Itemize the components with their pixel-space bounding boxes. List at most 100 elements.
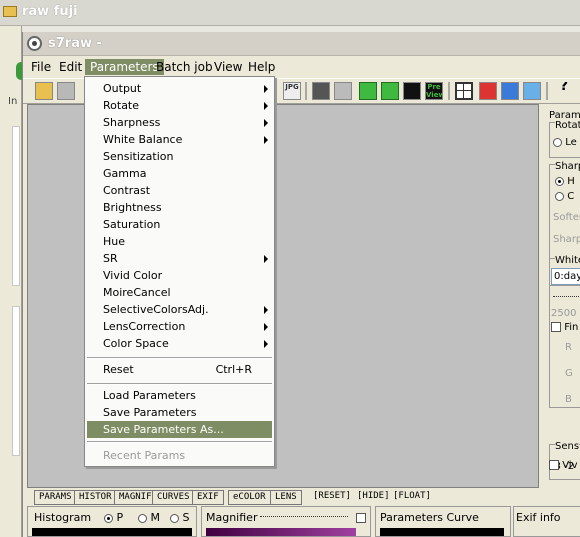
menu-item-label: White Balance: [103, 133, 183, 146]
view-single-icon[interactable]: [359, 82, 377, 100]
sharp-radio-1[interactable]: [555, 176, 564, 186]
white-balance-select[interactable]: 0:day: [551, 268, 580, 285]
menu-item-sr[interactable]: SR: [85, 250, 274, 267]
menu-item-selective-colors[interactable]: SelectiveColorsAdj.: [85, 301, 274, 318]
hist-s-radio[interactable]: [170, 513, 179, 523]
parameters-panel: Parame Rotat Le Sharp H C Softer Sharp W…: [541, 104, 580, 488]
wb-slider[interactable]: [553, 296, 580, 297]
menu-item-hue[interactable]: Hue: [85, 233, 274, 250]
submenu-arrow-icon: [264, 85, 268, 93]
grid-overlay-icon[interactable]: [455, 82, 473, 100]
menu-item-label: Reset: [103, 363, 134, 376]
save-disk-icon[interactable]: [57, 82, 75, 100]
view-grid-icon[interactable]: [381, 82, 399, 100]
menu-item-gamma[interactable]: Gamma: [85, 165, 274, 182]
magnifier-checkbox[interactable]: [356, 513, 366, 523]
menu-item-sharpness[interactable]: Sharpness: [85, 114, 274, 131]
copy-icon[interactable]: [312, 82, 330, 100]
menu-item-rotate[interactable]: Rotate: [85, 97, 274, 114]
preview-icon[interactable]: Pre View: [425, 82, 443, 100]
toolbar-separator: [448, 82, 450, 100]
menu-item-load-parameters[interactable]: Load Parameters: [85, 387, 274, 404]
hist-s-label: S: [182, 511, 190, 524]
menu-item-color-space[interactable]: Color Space: [85, 335, 274, 352]
hide-button[interactable]: [HIDE]: [353, 490, 394, 505]
wb-icon[interactable]: [479, 82, 497, 100]
exif-panel: Exif info: [513, 506, 580, 537]
menu-item-vivid-color[interactable]: Vivid Color: [85, 267, 274, 284]
hist-option-p[interactable]: P: [104, 511, 123, 524]
menu-item-save-parameters[interactable]: Save Parameters: [85, 404, 274, 421]
tab-histor[interactable]: HISTOR: [74, 490, 117, 505]
sharp-radio-2[interactable]: [555, 191, 564, 201]
hist-option-s[interactable]: S: [170, 511, 189, 524]
window-title: s7raw -: [48, 36, 102, 51]
menu-item-contrast[interactable]: Contrast: [85, 182, 274, 199]
magnifier-slider[interactable]: [260, 516, 348, 517]
tab-exif[interactable]: EXIF: [192, 490, 224, 505]
app-icon: [27, 36, 42, 51]
histogram-display: [32, 528, 192, 536]
menu-item-save-parameters-as[interactable]: Save Parameters As...: [87, 421, 272, 438]
hist-option-m[interactable]: M: [138, 511, 160, 524]
toolbar-separator: [546, 82, 548, 100]
eyedropper-icon[interactable]: [523, 82, 541, 100]
open-folder-icon[interactable]: [35, 82, 53, 100]
rotate-left-label: Le: [565, 137, 577, 148]
vivid-checkbox[interactable]: [549, 460, 559, 470]
menu-item-white-balance[interactable]: White Balance: [85, 131, 274, 148]
menu-file[interactable]: File: [26, 59, 56, 75]
fine-checkbox[interactable]: [551, 322, 561, 332]
menu-item-reset[interactable]: Reset Ctrl+R: [85, 361, 274, 378]
menu-item-label: Rotate: [103, 99, 140, 112]
background-window-sidebar: In: [0, 26, 26, 537]
menu-edit[interactable]: Edit: [54, 59, 87, 75]
submenu-arrow-icon: [264, 340, 268, 348]
menu-help[interactable]: Help: [243, 59, 280, 75]
jpg-export-icon[interactable]: JPG: [283, 82, 301, 100]
help-icon[interactable]: ?: [555, 82, 573, 100]
menu-item-saturation[interactable]: Saturation: [85, 216, 274, 233]
submenu-arrow-icon: [264, 323, 268, 331]
b-label: B: [565, 394, 572, 405]
menu-item-recent-params[interactable]: Recent Params: [85, 447, 274, 464]
view-dark-icon[interactable]: [403, 82, 421, 100]
submenu-arrow-icon: [264, 102, 268, 110]
menu-item-brightness[interactable]: Brightness: [85, 199, 274, 216]
reset-button[interactable]: [RESET]: [309, 490, 355, 505]
tab-params[interactable]: PARAMS: [34, 490, 77, 505]
menu-item-label: SR: [103, 252, 118, 265]
menu-batch-job[interactable]: Batch job: [151, 59, 218, 75]
sharp-option-2-label: C: [567, 191, 575, 202]
menu-item-sensitization[interactable]: Sensitization: [85, 148, 274, 165]
bottom-tab-bar: PARAMS HISTOR MAGNIF CURVES EXIF eCOLOR …: [31, 490, 531, 506]
g-label: G: [565, 368, 573, 379]
sharp-option-1[interactable]: H: [555, 176, 575, 187]
menu-view[interactable]: View: [209, 59, 247, 75]
preview-label: Pre View: [426, 83, 442, 99]
histogram-label: Histogram: [34, 511, 92, 524]
menu-item-lens-correction[interactable]: LensCorrection: [85, 318, 274, 335]
menu-separator: [87, 383, 272, 385]
tab-curves[interactable]: CURVES: [152, 490, 195, 505]
tab-ecolor[interactable]: eCOLOR: [228, 490, 271, 505]
sharp-option-2[interactable]: C: [555, 191, 574, 202]
background-window-title: raw fuji: [22, 4, 78, 19]
fine-option[interactable]: Fin: [551, 322, 578, 333]
hist-m-radio[interactable]: [138, 513, 147, 523]
rotate-left-radio[interactable]: [553, 137, 562, 147]
hist-p-radio[interactable]: [104, 513, 113, 523]
float-button[interactable]: [FLOAT]: [389, 490, 435, 505]
submenu-arrow-icon: [264, 255, 268, 263]
menu-item-moire-cancel[interactable]: MoireCancel: [85, 284, 274, 301]
menu-item-output[interactable]: Output: [85, 80, 274, 97]
histogram-panel: Histogram P M S: [27, 506, 197, 537]
rotate-left-option[interactable]: Le: [553, 137, 577, 148]
rotate-label: Rotat: [555, 120, 580, 131]
vivid-option[interactable]: Viv: [549, 460, 578, 471]
tab-lens[interactable]: LENS: [270, 490, 302, 505]
tab-magnif[interactable]: MAGNIF: [114, 490, 157, 505]
color-balls-icon[interactable]: [501, 82, 519, 100]
disabled-tool-icon[interactable]: [334, 82, 352, 100]
menu-item-label: LensCorrection: [103, 320, 186, 333]
